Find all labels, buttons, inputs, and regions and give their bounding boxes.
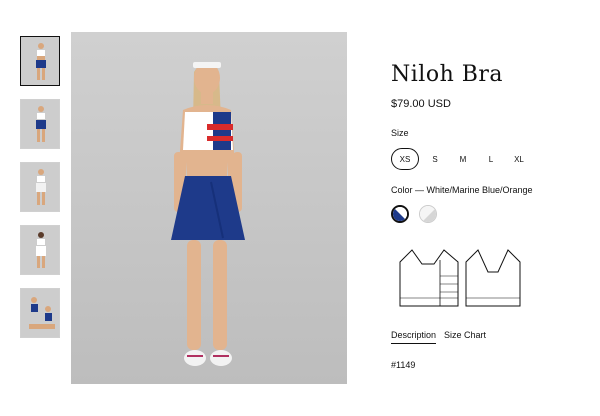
tab-size-chart[interactable]: Size Chart [444, 330, 486, 344]
color-swatch-grey[interactable] [419, 205, 437, 223]
info-tabs: Description Size Chart [391, 330, 494, 344]
color-swatches [391, 205, 591, 223]
thumbnail-2[interactable] [20, 99, 60, 149]
thumbnail-3[interactable] [20, 162, 60, 212]
size-label: Size [391, 128, 409, 138]
size-option-s[interactable]: S [421, 148, 449, 170]
product-sku: #1149 [391, 360, 416, 370]
thumbnail-list [20, 36, 62, 351]
color-label: Color — White/Marine Blue/Orange [391, 185, 533, 195]
product-info: Niloh Bra $79.00 USD Size XS S M L XL Co… [391, 60, 591, 223]
size-option-l[interactable]: L [477, 148, 505, 170]
product-title: Niloh Bra [391, 62, 504, 87]
tab-description[interactable]: Description [391, 330, 437, 344]
product-page: Niloh Bra $79.00 USD Size XS S M L XL Co… [0, 0, 600, 416]
thumbnail-5[interactable] [20, 288, 60, 338]
thumbnail-4[interactable] [20, 225, 60, 275]
color-swatch-navy[interactable] [391, 205, 409, 223]
product-price: $79.00 USD [391, 98, 451, 110]
size-option-m[interactable]: M [449, 148, 477, 170]
thumbnail-1[interactable] [20, 36, 60, 86]
main-product-image[interactable] [71, 32, 347, 384]
size-option-xl[interactable]: XL [505, 148, 533, 170]
size-option-xs[interactable]: XS [391, 148, 419, 170]
size-selector: XS S M L XL [391, 148, 591, 170]
technical-sketch [388, 236, 528, 324]
